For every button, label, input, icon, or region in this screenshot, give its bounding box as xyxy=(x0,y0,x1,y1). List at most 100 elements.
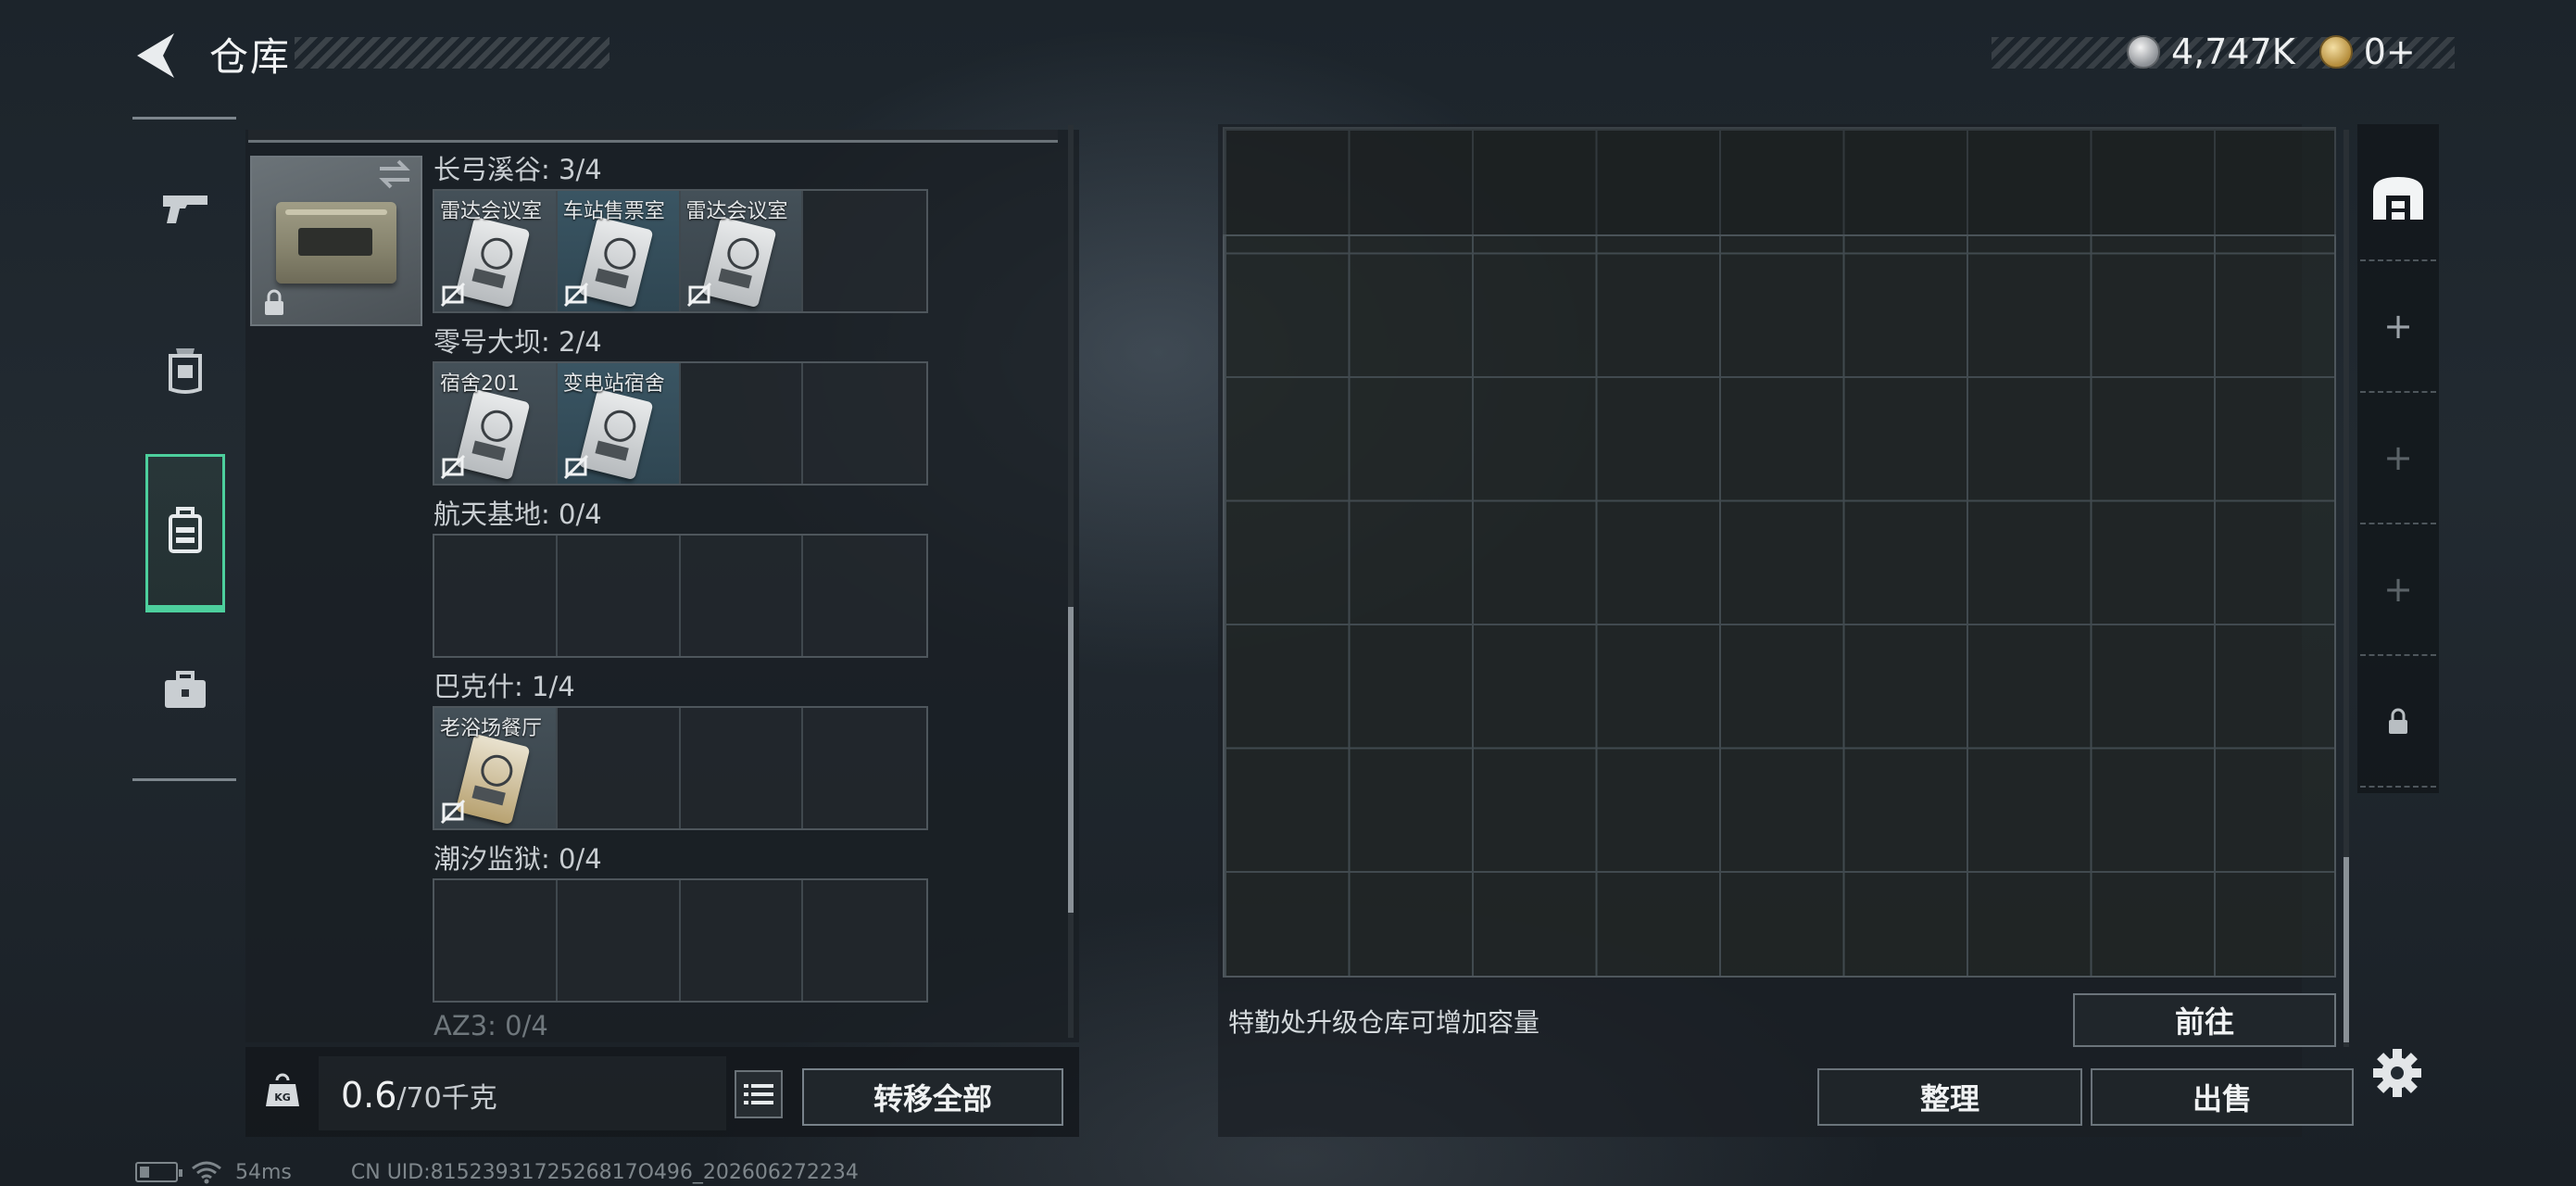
key-slot-empty[interactable] xyxy=(680,363,804,484)
key-slot-empty[interactable] xyxy=(557,880,681,1001)
side-divider xyxy=(2360,654,2436,656)
backpack-icon xyxy=(169,507,202,553)
tab-weapon[interactable] xyxy=(146,158,224,259)
no-transfer-icon xyxy=(440,799,466,825)
key-slot-empty[interactable] xyxy=(680,708,804,828)
plus-icon: + xyxy=(2383,437,2413,478)
key-slot[interactable]: 宿舍201 xyxy=(434,363,558,484)
section-title: 长弓溪谷: 3/4 xyxy=(434,154,602,185)
key-slot-empty[interactable] xyxy=(680,536,804,656)
vest-icon xyxy=(169,348,202,394)
pistol-icon xyxy=(163,196,207,223)
warehouse-main-tab[interactable] xyxy=(2360,139,2436,258)
key-slot-empty[interactable] xyxy=(803,708,926,828)
warehouse-grid[interactable] xyxy=(1223,127,2336,978)
currency-secondary[interactable]: 0+ xyxy=(2364,32,2416,72)
key-slot[interactable]: 老浴场餐厅 xyxy=(434,708,558,828)
weight-icon: KG xyxy=(266,1073,299,1106)
keycard-image xyxy=(578,216,654,309)
gold-coin-icon[interactable] xyxy=(2318,35,2353,69)
scrollbar-thumb[interactable] xyxy=(2344,857,2349,1042)
scrollbar-thumb[interactable] xyxy=(1068,607,1074,913)
back-icon[interactable] xyxy=(130,28,185,83)
upgrade-tip: 特勤处升级仓库可增加容量 xyxy=(1228,1007,1540,1038)
silver-coin-icon xyxy=(2127,35,2160,69)
keycard-image xyxy=(455,388,531,481)
no-transfer-icon xyxy=(686,282,711,308)
key-slot[interactable]: 变电站宿舍 xyxy=(557,363,681,484)
wifi-icon xyxy=(192,1161,221,1184)
swap-icon[interactable] xyxy=(376,158,413,191)
briefcase-icon xyxy=(165,671,206,708)
side-divider xyxy=(2360,259,2436,261)
sort-button[interactable]: 整理 xyxy=(1817,1068,2082,1126)
key-slot[interactable]: 雷达会议室 xyxy=(680,191,804,311)
plus-icon: + xyxy=(2383,569,2413,610)
key-slot-grid xyxy=(433,878,928,1003)
add-warehouse-slot[interactable]: + xyxy=(2360,267,2436,385)
sell-button[interactable]: 出售 xyxy=(2091,1068,2354,1126)
add-warehouse-slot[interactable]: + xyxy=(2360,398,2436,517)
panel-top-bar xyxy=(248,130,1058,143)
key-name: 车站售票室 xyxy=(562,200,665,223)
no-transfer-icon xyxy=(440,282,466,308)
weight-current: 0.6 xyxy=(341,1075,397,1116)
weight-max: /70千克 xyxy=(396,1082,497,1115)
key-name: 雷达会议室 xyxy=(440,200,543,223)
key-slot-empty[interactable] xyxy=(803,363,926,484)
key-slot-grid: 老浴场餐厅 xyxy=(433,706,928,830)
transfer-all-button[interactable]: 转移全部 xyxy=(802,1068,1063,1126)
key-slot-grid: 雷达会议室 车站售票室 雷达会议室 xyxy=(433,189,928,313)
key-slot-empty[interactable] xyxy=(557,708,681,828)
key-slot[interactable]: 车站售票室 xyxy=(557,191,681,311)
key-name: 变电站宿舍 xyxy=(562,372,665,396)
key-slot-empty[interactable] xyxy=(434,880,558,1001)
uid-text: CN UID:8152393172526817O496_202606272234 xyxy=(350,1160,859,1184)
settings-gear-icon[interactable] xyxy=(2369,1045,2425,1101)
locked-warehouse-slot[interactable] xyxy=(2360,662,2436,781)
tab-storage[interactable] xyxy=(145,454,225,612)
currency-primary: 4,747K xyxy=(2171,32,2295,72)
side-divider xyxy=(2360,391,2436,393)
keycard-image xyxy=(455,733,531,826)
tab-armor[interactable] xyxy=(146,320,224,422)
add-warehouse-slot[interactable]: + xyxy=(2360,530,2436,649)
key-slot-grid: 宿舍201 变电站宿舍 xyxy=(433,361,928,486)
plus-icon: + xyxy=(2383,306,2413,347)
key-slot-empty[interactable] xyxy=(803,880,926,1001)
keycard-image xyxy=(701,216,776,309)
svg-text:KG: KG xyxy=(274,1091,291,1104)
key-case-image xyxy=(276,202,396,284)
section-title: 潮汐监狱: 0/4 xyxy=(434,843,602,875)
keycard-image xyxy=(455,216,531,309)
no-transfer-icon xyxy=(563,454,588,480)
list-view-button[interactable] xyxy=(735,1070,783,1118)
goto-button[interactable]: 前往 xyxy=(2073,993,2336,1047)
page-title: 仓库 xyxy=(209,34,292,80)
title-decoration xyxy=(295,37,609,69)
side-divider xyxy=(2360,523,2436,524)
section-title: AZ3: 0/4 xyxy=(434,1010,548,1041)
warehouse-grid-header-row xyxy=(1223,127,2336,236)
weight-text: 0.6/70千克 xyxy=(341,1075,497,1116)
section-title: 航天基地: 0/4 xyxy=(434,498,602,530)
list-icon xyxy=(744,1084,773,1104)
ping-text: 54ms xyxy=(235,1160,292,1184)
tab-case[interactable] xyxy=(146,639,224,741)
key-name: 老浴场餐厅 xyxy=(440,717,543,740)
no-transfer-icon xyxy=(440,454,466,480)
section-title: 巴克什: 1/4 xyxy=(434,671,575,702)
key-slot-empty[interactable] xyxy=(803,536,926,656)
key-slot[interactable]: 雷达会议室 xyxy=(434,191,558,311)
key-slot-empty[interactable] xyxy=(803,191,926,311)
section-title: 零号大坝: 2/4 xyxy=(434,326,602,358)
key-slot-empty[interactable] xyxy=(434,536,558,656)
key-slot-empty[interactable] xyxy=(680,880,804,1001)
side-divider xyxy=(2360,786,2436,788)
keycard-image xyxy=(578,388,654,481)
key-slot-empty[interactable] xyxy=(557,536,681,656)
battery-icon xyxy=(135,1162,182,1182)
no-transfer-icon xyxy=(563,282,588,308)
lock-icon xyxy=(2389,708,2407,734)
status-bar: 54ms CN UID:8152393172526817O496_2026062… xyxy=(135,1158,859,1186)
